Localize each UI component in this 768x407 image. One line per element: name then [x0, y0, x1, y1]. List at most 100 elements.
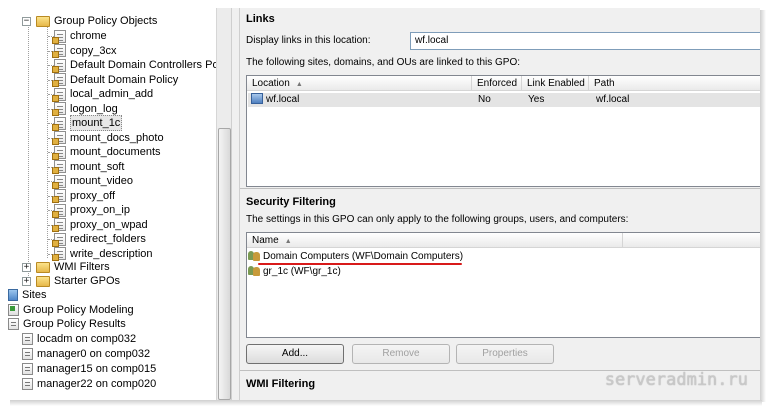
tree-item-label: copy_3cx — [70, 44, 117, 57]
scrollbar-thumb[interactable] — [218, 128, 231, 400]
remove-button[interactable]: Remove — [352, 344, 450, 364]
gpo-tree[interactable]: − Group Policy Objects chrome copy_3cx Def… — [8, 8, 230, 400]
expand-icon[interactable]: + — [22, 276, 31, 286]
gpo-icon — [52, 58, 66, 73]
tree-item-gpo[interactable]: chrome — [52, 29, 107, 44]
tree-item-label: local_admin_add — [70, 88, 154, 100]
gpo-icon — [52, 102, 66, 116]
add-button[interactable]: Add... — [246, 344, 344, 364]
tree-item-wmi-filters[interactable]: + WMI Filters — [22, 260, 110, 274]
tree-item-label: Starter GPOs — [54, 275, 121, 287]
display-links-select[interactable]: wf.local — [410, 32, 760, 50]
gpo-icon — [52, 174, 66, 189]
tree-item-gpo[interactable]: mount_video — [52, 174, 133, 189]
expand-icon[interactable]: + — [22, 262, 31, 272]
column-location[interactable]: Location ▲ — [247, 76, 472, 91]
tree-item-label: manager22 on comp020 — [37, 378, 157, 390]
tree-item-gpo[interactable]: logon_log — [52, 102, 118, 116]
tree-item-starter-gpos[interactable]: + Starter GPOs — [22, 274, 120, 288]
result-icon — [22, 333, 33, 345]
column-path[interactable]: Path — [589, 76, 760, 91]
modeling-icon — [8, 304, 19, 316]
gpo-icon — [52, 29, 66, 44]
tree-item-label: write_description — [70, 247, 153, 260]
domain-icon — [251, 93, 263, 104]
gpo-icon — [52, 145, 66, 160]
frame-shadow — [10, 400, 762, 406]
tree-guide — [48, 181, 54, 182]
tree-item-gpo[interactable]: write_description — [52, 247, 153, 261]
security-list-header: Name ▲ — [247, 233, 760, 248]
sort-up-icon: ▲ — [295, 81, 303, 88]
tree-item-gpo-root[interactable]: − Group Policy Objects — [22, 14, 157, 28]
tree-item-gpo[interactable]: local_admin_add — [52, 87, 154, 102]
tree-guide — [48, 137, 54, 139]
gpo-icon — [52, 44, 66, 58]
links-list-header: Location ▲ Enforced Link Enabled Path — [247, 76, 760, 91]
tree-item-modeling[interactable]: Group Policy Modeling — [8, 303, 134, 317]
tree-item-gpo[interactable]: Default Domain Controllers Policy — [52, 58, 230, 73]
sort-up-icon: ▲ — [284, 238, 292, 245]
gpo-icon — [52, 160, 66, 174]
sites-icon — [8, 289, 18, 301]
properties-button[interactable]: Properties — [456, 344, 554, 364]
tree-guide — [48, 50, 54, 52]
gpo-icon — [52, 189, 66, 203]
tree-item-gpo[interactable]: redirect_folders — [52, 232, 146, 247]
list-item[interactable]: Domain Computers (WF\Domain Computers) — [248, 250, 463, 264]
column-link-enabled[interactable]: Link Enabled — [522, 76, 589, 91]
links-list[interactable]: Location ▲ Enforced Link Enabled Path wf.… — [246, 75, 760, 187]
tree-item-gpo[interactable]: copy_3cx — [52, 44, 117, 58]
collapse-icon[interactable]: − — [22, 16, 31, 26]
gpo-icon — [52, 73, 66, 87]
tree-guide — [48, 253, 54, 255]
tree-item-gpo[interactable]: Default Domain Policy — [52, 73, 179, 87]
table-row[interactable]: wf.local No Yes wf.local — [248, 93, 760, 107]
gpo-icon — [52, 131, 66, 145]
tree-item-gpo[interactable]: mount_documents — [52, 145, 161, 160]
tree-item-gpo[interactable]: proxy_on_ip — [52, 203, 130, 218]
column-empty[interactable] — [623, 233, 760, 248]
list-item[interactable]: gr_1c (WF\gr_1c) — [248, 265, 341, 279]
tree-guide — [48, 224, 54, 226]
tree-guide — [48, 210, 54, 211]
tree-item-gpo[interactable]: proxy_on_wpad — [52, 218, 148, 232]
gpo-icon — [52, 203, 66, 218]
display-links-label: Display links in this location: — [246, 35, 371, 46]
tree-item-gpo[interactable]: mount_docs_photo — [52, 131, 164, 145]
tree-guide — [48, 123, 54, 124]
tree-item-gpo[interactable]: mount_soft — [52, 160, 125, 174]
result-icon — [22, 348, 33, 360]
tree-item-sites[interactable]: Sites — [8, 288, 46, 302]
tree-item-result[interactable]: manager0 on comp032 — [22, 347, 150, 361]
tree-item-label: Sites — [22, 289, 47, 301]
pane-splitter[interactable] — [231, 8, 240, 400]
tree-item-gpo[interactable]: mount_1c — [52, 115, 123, 131]
security-list[interactable]: Name ▲ Domain Computers (WF\Domain Comput… — [246, 232, 760, 338]
group-icon — [248, 265, 261, 276]
gpo-icon — [52, 247, 66, 261]
tree-scrollbar[interactable] — [216, 8, 231, 400]
section-divider — [240, 188, 760, 189]
tree-guide — [48, 65, 54, 66]
tree-item-result[interactable]: locadm on comp032 — [22, 332, 136, 346]
result-icon — [22, 363, 33, 375]
tree-guide — [48, 239, 54, 240]
tree-item-label: mount_1c — [70, 115, 123, 131]
tree-item-result[interactable]: manager22 on comp020 — [22, 377, 156, 391]
tree-item-label: manager15 on comp015 — [37, 363, 157, 375]
tree-item-gpo[interactable]: proxy_off — [52, 189, 115, 203]
tree-item-label: logon_log — [70, 102, 118, 115]
tree-item-label: Default Domain Policy — [70, 73, 179, 86]
tree-item-label: mount_soft — [70, 160, 125, 173]
folder-icon — [36, 16, 50, 27]
tree-item-results[interactable]: Group Policy Results — [8, 317, 126, 331]
column-name[interactable]: Name ▲ — [247, 233, 623, 248]
tree-guide — [48, 166, 54, 168]
tree-item-label: mount_docs_photo — [70, 131, 164, 144]
results-icon — [8, 318, 19, 330]
gpo-icon — [52, 87, 66, 102]
tree-item-result[interactable]: manager15 on comp015 — [22, 362, 156, 376]
column-enforced[interactable]: Enforced — [472, 76, 522, 91]
watermark-text: serveradmin.ru — [604, 370, 748, 390]
